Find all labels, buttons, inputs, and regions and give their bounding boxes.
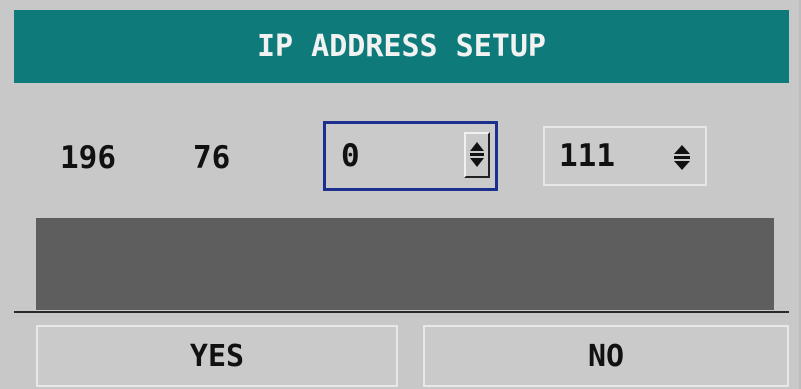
dialog-title: IP ADDRESS SETUP xyxy=(257,29,546,64)
ip-address-setup-dialog: IP ADDRESS SETUP 196 76 0 111 YES NO xyxy=(0,0,801,389)
ip-octet-4-value: 111 xyxy=(559,138,615,174)
up-down-arrows-icon[interactable] xyxy=(669,142,695,174)
ip-octet-3-value: 0 xyxy=(341,138,360,174)
no-button[interactable]: NO xyxy=(423,325,789,387)
message-area xyxy=(36,218,774,310)
ip-octet-4-spinbox[interactable]: 111 xyxy=(543,126,707,186)
divider xyxy=(14,311,789,313)
ip-octet-2: 76 xyxy=(193,140,231,176)
ip-octet-3-spinbox[interactable]: 0 xyxy=(323,121,498,191)
up-down-arrows-icon[interactable] xyxy=(464,132,490,178)
ip-octet-1: 196 xyxy=(60,140,116,176)
yes-button[interactable]: YES xyxy=(36,325,398,387)
dialog-title-bar: IP ADDRESS SETUP xyxy=(14,10,789,83)
